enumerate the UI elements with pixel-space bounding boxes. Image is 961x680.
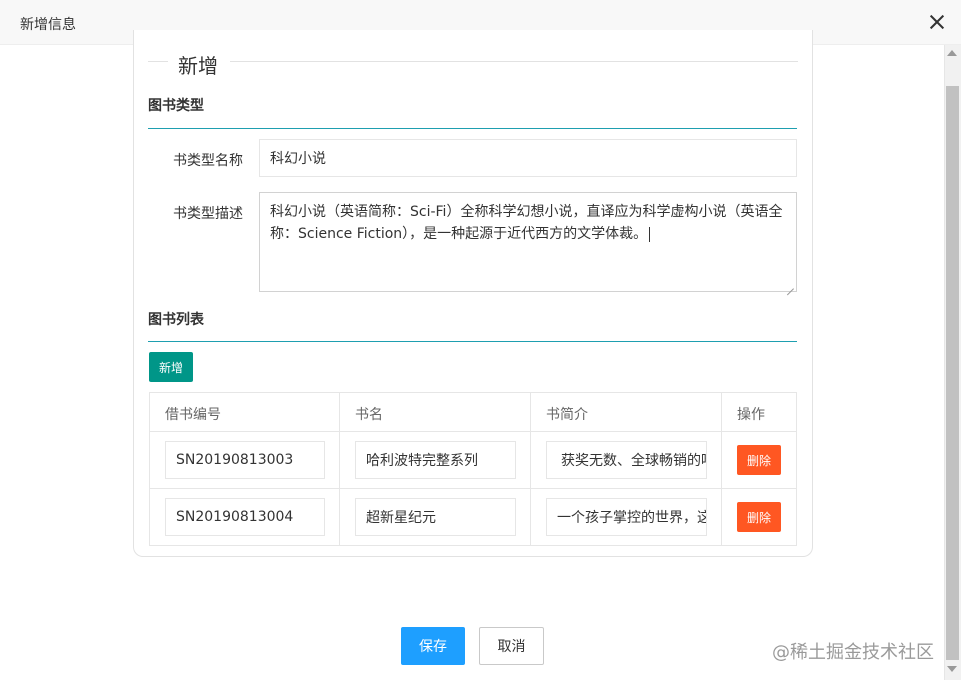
book-name-input[interactable]: 哈利波特完整系列 [355, 441, 516, 479]
book-intro-value: 一个孩子掌控的世界，这 [557, 510, 707, 526]
type-name-input[interactable]: 科幻小说 [259, 139, 797, 177]
table-header: 借书编号 书名 书简介 操作 [150, 393, 796, 432]
section-title-book-type: 图书类型 [148, 98, 204, 114]
col-divider [721, 393, 722, 545]
book-id-value: SN20190813004 [176, 509, 294, 525]
close-icon[interactable] [927, 12, 947, 32]
col-header-name: 书名 [355, 407, 383, 423]
type-desc-value: 科幻小说（英语简称：Sci-Fi）全称科学幻想小说，直译应为科学虚构小说（英语全… [270, 204, 783, 242]
col-divider [530, 393, 531, 545]
type-desc-label: 书类型描述 [173, 206, 243, 222]
col-header-id: 借书编号 [165, 407, 221, 423]
scrollbar-thumb[interactable] [946, 86, 959, 660]
type-name-value: 科幻小说 [270, 151, 326, 167]
scroll-down-arrow-icon[interactable] [947, 666, 957, 672]
book-id-value: SN20190813003 [176, 452, 294, 468]
col-header-action: 操作 [737, 407, 765, 423]
add-book-button-label: 新增 [158, 360, 183, 375]
book-name-value: 超新星纪元 [366, 510, 436, 526]
book-table: 借书编号 书名 书简介 操作 SN20190813003 哈利波特完整系列 获奖… [149, 392, 797, 546]
type-name-label: 书类型名称 [173, 153, 243, 169]
fieldset-legend: 新增 [178, 54, 218, 78]
book-id-input[interactable]: SN20190813003 [165, 441, 325, 479]
delete-button-label: 删除 [746, 453, 771, 468]
book-id-input[interactable]: SN20190813004 [165, 498, 325, 536]
add-book-button[interactable]: 新增 [149, 352, 193, 382]
save-button-label: 保存 [419, 639, 447, 655]
fieldset-divider-right [230, 61, 798, 62]
text-caret [649, 226, 651, 242]
fieldset-divider-left [148, 61, 168, 62]
scroll-up-arrow-icon[interactable] [947, 50, 957, 56]
col-header-intro: 书简介 [546, 407, 588, 423]
book-name-input[interactable]: 超新星纪元 [355, 498, 516, 536]
section-divider-book-type [148, 128, 797, 129]
dialog-title: 新增信息 [20, 17, 76, 33]
book-intro-input[interactable]: 获奖无数、全球畅销的哈利 [546, 441, 707, 479]
delete-button-label: 删除 [746, 510, 771, 525]
type-desc-textarea[interactable]: 科幻小说（英语简称：Sci-Fi）全称科学幻想小说，直译应为科学虚构小说（英语全… [259, 192, 797, 292]
col-divider [339, 393, 340, 545]
cancel-button[interactable]: 取消 [479, 627, 544, 665]
book-name-value: 哈利波特完整系列 [366, 453, 478, 469]
row-divider [150, 488, 796, 489]
delete-button[interactable]: 删除 [737, 445, 781, 475]
book-intro-value: 获奖无数、全球畅销的哈利 [561, 453, 706, 469]
watermark: @稀土掘金技术社区 [772, 642, 934, 663]
cancel-button-label: 取消 [497, 639, 526, 655]
save-button[interactable]: 保存 [401, 627, 465, 665]
book-intro-input[interactable]: 一个孩子掌控的世界，这 [546, 498, 707, 536]
resize-grip-icon[interactable] [786, 281, 794, 289]
section-title-book-list: 图书列表 [148, 312, 204, 328]
section-divider-book-list [148, 341, 797, 342]
delete-button[interactable]: 删除 [737, 502, 781, 532]
